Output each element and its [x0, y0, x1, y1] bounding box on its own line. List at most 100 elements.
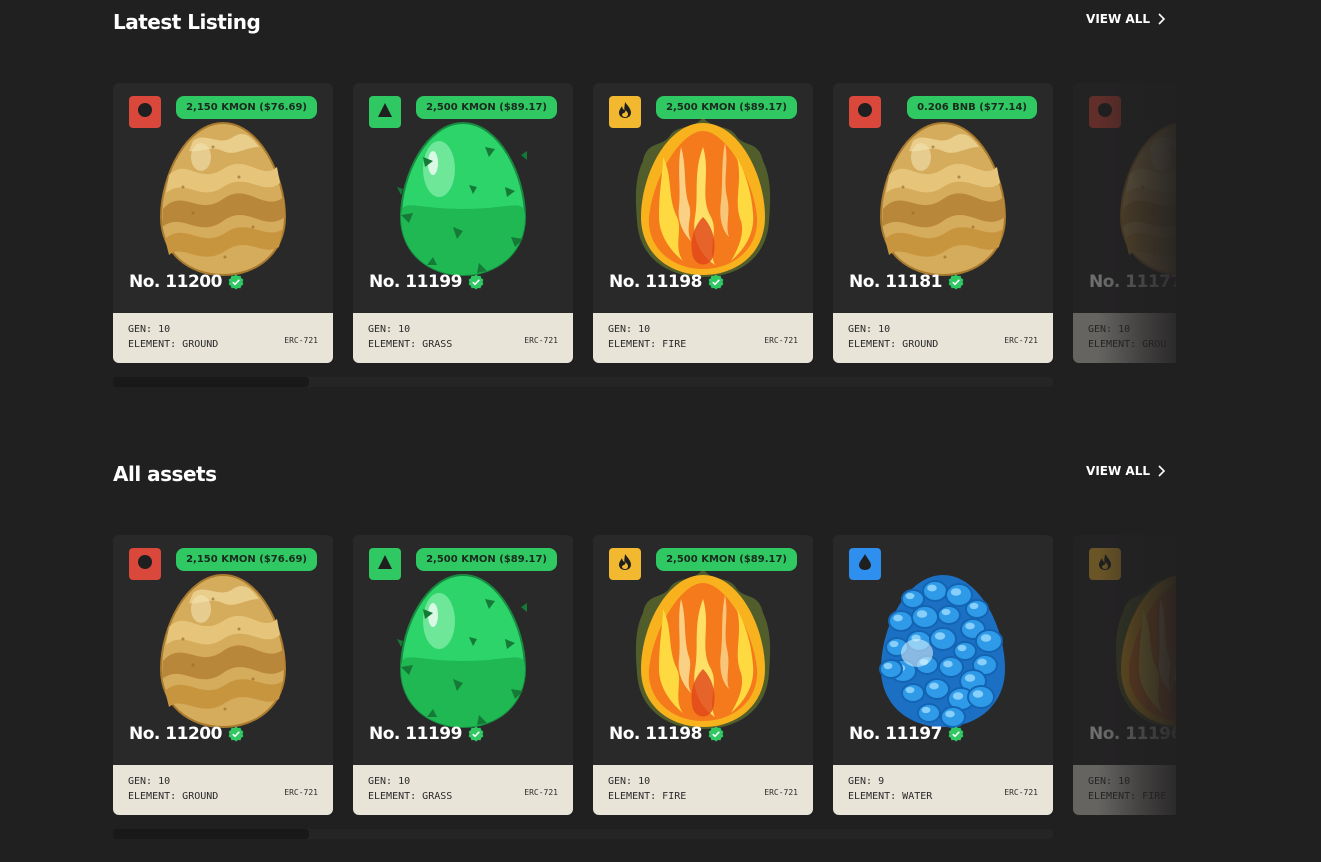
asset-name: No. 11197	[849, 724, 964, 744]
card-footer: GEN: 10 ELEMENT: GRASS ERC-721	[353, 765, 573, 815]
card-footer: GEN: 10 ELEMENT: FIRE	[1073, 765, 1176, 815]
flame-element-icon	[616, 101, 634, 123]
section-title: All assets	[113, 462, 217, 486]
card-footer: GEN: 9 ELEMENT: WATER ERC-721	[833, 765, 1053, 815]
card-carousel[interactable]: 2,150 KMON ($76.69) No. 11200 GEN: 10 EL…	[113, 83, 1176, 364]
asset-card[interactable]: 2,500 KMON ($89.17) No. 11199 GEN: 10 EL…	[353, 83, 573, 363]
asset-name: No. 11199	[369, 724, 484, 744]
asset-card[interactable]: 2,500 KMON ($89.17) No. 11199 GEN: 10 EL…	[353, 535, 573, 815]
verified-check-icon	[708, 726, 724, 742]
asset-name: No. 11199	[369, 272, 484, 292]
grass-egg-image	[393, 117, 533, 277]
verified-check-icon	[948, 726, 964, 742]
element-label: ELEMENT: GROUND	[128, 339, 219, 350]
section-title: Latest Listing	[113, 10, 261, 34]
price-badge: 2,150 KMON ($76.69)	[176, 548, 317, 571]
card-footer: GEN: 10 ELEMENT: FIRE ERC-721	[593, 765, 813, 815]
element-label: ELEMENT: GRASS	[368, 339, 453, 350]
asset-name: No. 11198	[609, 272, 724, 292]
verified-check-icon	[468, 726, 484, 742]
all-assets-section: All assets VIEW ALL 2,150 KMON ($76.69) …	[113, 462, 1176, 839]
card-track: 2,150 KMON ($76.69) No. 11200 GEN: 10 EL…	[113, 83, 1176, 363]
triangle-element-icon	[376, 553, 394, 575]
asset-card[interactable]: 2,150 KMON ($76.69) No. 11200 GEN: 10 EL…	[113, 535, 333, 815]
asset-number: No. 11198	[609, 272, 702, 292]
asset-number: No. 11200	[129, 272, 222, 292]
fire-egg-image	[633, 569, 773, 729]
section-header: All assets VIEW ALL	[113, 462, 1166, 502]
element-label: ELEMENT: FIRE	[608, 791, 687, 802]
asset-card[interactable]: No. 11196 GEN: 10 ELEMENT: FIRE	[1073, 535, 1176, 815]
view-all-link[interactable]: VIEW ALL	[1086, 464, 1166, 478]
generation-label: GEN: 10	[608, 324, 651, 335]
flame-element-icon	[616, 553, 634, 575]
element-label: ELEMENT: GROUND	[848, 339, 939, 350]
water-egg-image	[873, 569, 1013, 729]
verified-check-icon	[948, 274, 964, 290]
asset-name: No. 11198	[609, 724, 724, 744]
card-carousel[interactable]: 2,150 KMON ($76.69) No. 11200 GEN: 10 EL…	[113, 535, 1176, 816]
chevron-right-icon	[1158, 465, 1166, 477]
ground-egg-image	[873, 117, 1013, 277]
token-standard-label: ERC-721	[524, 336, 558, 345]
ground-egg-image	[153, 117, 293, 277]
asset-number: No. 11199	[369, 724, 462, 744]
generation-label: GEN: 10	[848, 324, 891, 335]
generation-label: GEN: 10	[128, 324, 171, 335]
carousel-scrollbar[interactable]	[113, 377, 1053, 387]
price-badge: 2,500 KMON ($89.17)	[656, 96, 797, 119]
view-all-link[interactable]: VIEW ALL	[1086, 12, 1166, 26]
token-standard-label: ERC-721	[524, 788, 558, 797]
verified-check-icon	[468, 274, 484, 290]
latest-listing-section: Latest Listing VIEW ALL 2,150 KMON ($76.…	[113, 10, 1176, 387]
asset-number: No. 11196	[1089, 724, 1176, 744]
asset-card[interactable]: 2,150 KMON ($76.69) No. 11200 GEN: 10 EL…	[113, 83, 333, 363]
asset-card[interactable]: No. 11197 GEN: 9 ELEMENT: WATER ERC-721	[833, 535, 1053, 815]
generation-label: GEN: 10	[1088, 324, 1131, 335]
circle-element-icon	[1096, 101, 1114, 123]
token-standard-label: ERC-721	[1004, 788, 1038, 797]
asset-number: No. 11198	[609, 724, 702, 744]
scrollbar-thumb[interactable]	[113, 829, 309, 839]
circle-element-icon	[136, 553, 154, 575]
card-footer: GEN: 10 ELEMENT: GROUND ERC-721	[833, 313, 1053, 363]
view-all-label: VIEW ALL	[1086, 464, 1150, 478]
element-label: ELEMENT: FIRE	[1088, 791, 1167, 802]
flame-element-icon	[1096, 553, 1114, 575]
asset-card[interactable]: 2,500 KMON ($89.17) No. 11198 GEN: 10 EL…	[593, 83, 813, 363]
ground-egg-image	[153, 569, 293, 729]
asset-number: No. 11177	[1089, 272, 1176, 292]
circle-element-icon	[856, 101, 874, 123]
asset-number: No. 11181	[849, 272, 942, 292]
drop-element-icon	[856, 553, 874, 575]
element-label: ELEMENT: GROU	[1088, 339, 1167, 350]
verified-check-icon	[708, 274, 724, 290]
chevron-right-icon	[1158, 13, 1166, 25]
generation-label: GEN: 10	[1088, 776, 1131, 787]
token-standard-label: ERC-721	[284, 336, 318, 345]
ground-egg-image	[1113, 117, 1176, 277]
element-label: ELEMENT: GROUND	[128, 791, 219, 802]
price-badge: 0.206 BNB ($77.14)	[907, 96, 1037, 119]
grass-egg-image	[393, 569, 533, 729]
scrollbar-thumb[interactable]	[113, 377, 309, 387]
asset-number: No. 11200	[129, 724, 222, 744]
asset-name: No. 11200	[129, 724, 244, 744]
asset-number: No. 11197	[849, 724, 942, 744]
generation-label: GEN: 10	[368, 776, 411, 787]
card-footer: GEN: 10 ELEMENT: GRASS ERC-721	[353, 313, 573, 363]
circle-element-icon	[136, 101, 154, 123]
asset-card[interactable]: No. 11177 GEN: 10 ELEMENT: GROU	[1073, 83, 1176, 363]
asset-card[interactable]: 0.206 BNB ($77.14) No. 11181 GEN: 10 ELE…	[833, 83, 1053, 363]
generation-label: GEN: 10	[128, 776, 171, 787]
element-label: ELEMENT: FIRE	[608, 339, 687, 350]
card-footer: GEN: 10 ELEMENT: GROU	[1073, 313, 1176, 363]
generation-label: GEN: 10	[368, 324, 411, 335]
generation-label: GEN: 9	[848, 776, 885, 787]
card-footer: GEN: 10 ELEMENT: FIRE ERC-721	[593, 313, 813, 363]
asset-name: No. 11196	[1089, 724, 1176, 744]
fire-egg-image	[1113, 569, 1176, 729]
asset-card[interactable]: 2,500 KMON ($89.17) No. 11198 GEN: 10 EL…	[593, 535, 813, 815]
price-badge: 2,500 KMON ($89.17)	[416, 96, 557, 119]
carousel-scrollbar[interactable]	[113, 829, 1053, 839]
